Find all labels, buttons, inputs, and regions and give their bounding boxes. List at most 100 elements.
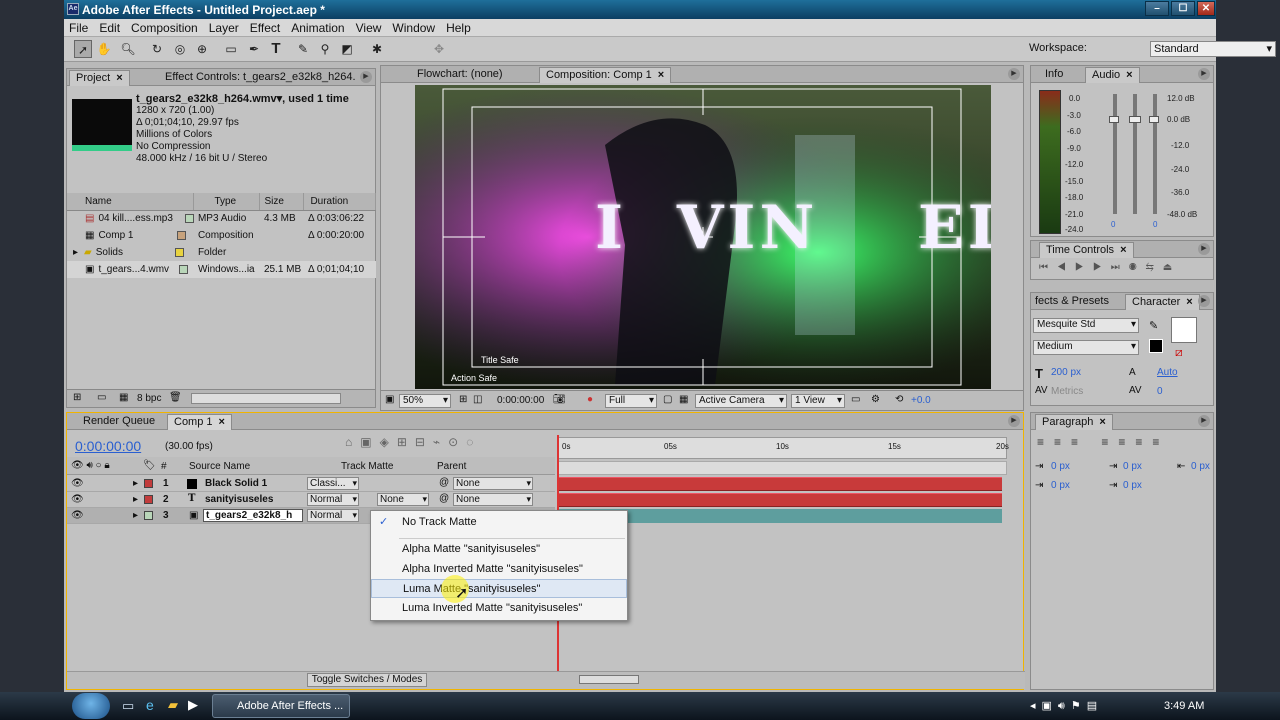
orbit-camera-tool-icon[interactable]: ◎	[171, 40, 189, 58]
playback-controls[interactable]: ⏮◀▶▶⏭◉⇆⏏	[1039, 262, 1181, 273]
slider-handle[interactable]	[1149, 116, 1159, 123]
close-icon[interactable]: ×	[1099, 416, 1105, 428]
panel-menu-icon[interactable]: ▶	[1198, 415, 1210, 427]
layer-row[interactable]: 👁︎ ▸ 1 Black Solid 1 Classi... @ None	[67, 476, 555, 492]
color-channels-icon[interactable]: ●	[587, 394, 593, 405]
leading-value[interactable]: Auto	[1157, 367, 1178, 378]
space-after-value[interactable]: 0 px	[1123, 480, 1142, 491]
tab-audio[interactable]: Audio ×	[1085, 67, 1140, 83]
expand-arrow-icon[interactable]: ▸	[133, 494, 138, 505]
blend-mode-dropdown[interactable]: Normal	[307, 509, 359, 522]
brush-tool-icon[interactable]: ✎	[294, 40, 312, 58]
column-type[interactable]: Type	[193, 193, 261, 211]
column-parent[interactable]: Parent	[437, 461, 466, 472]
transparency-grid-icon[interactable]: ▦	[679, 394, 688, 405]
camera-dropdown[interactable]: Active Camera	[695, 394, 787, 408]
close-icon[interactable]: ×	[658, 69, 664, 81]
eyedropper-icon[interactable]: ✎	[1149, 319, 1158, 332]
puppet-pin-tool-icon[interactable]: ✱	[368, 40, 386, 58]
safe-zones-icon[interactable]: ⊞	[459, 394, 467, 405]
horizontal-scrollbar[interactable]	[191, 393, 341, 404]
track-matte-dropdown[interactable]: None	[377, 493, 429, 506]
menu-layer[interactable]: Layer	[204, 19, 245, 35]
zoom-slider[interactable]	[579, 675, 639, 684]
close-icon[interactable]: ×	[1186, 296, 1192, 308]
tab-render-queue[interactable]: Render Queue	[77, 414, 161, 430]
show-desktop-icon[interactable]: ▭	[122, 698, 134, 714]
indent-left-value[interactable]: 0 px	[1051, 461, 1070, 472]
layer-duration-bar[interactable]	[559, 493, 1002, 507]
label-swatch[interactable]	[179, 264, 189, 274]
trash-icon[interactable]: 🗑︎	[169, 392, 182, 403]
region-of-interest-icon[interactable]: ▢	[663, 394, 672, 405]
project-item-row[interactable]: ▣ t_gears...4.wmv Windows...ia 25.1 MB Δ …	[67, 261, 376, 278]
label-swatch[interactable]	[184, 214, 194, 224]
right-value[interactable]: 0	[1153, 220, 1157, 229]
menu-item-alpha-inverted-matte[interactable]: Alpha Inverted Matte "sanityisuseles"	[371, 560, 627, 579]
pickwhip-icon[interactable]: @	[439, 477, 449, 488]
start-button[interactable]	[72, 693, 110, 719]
visibility-eye-icon[interactable]: 👁︎	[71, 478, 84, 489]
reset-exposure-icon[interactable]: ⟲	[895, 394, 903, 405]
alignment-buttons[interactable]: ≡≡≡ ≡≡≡≡	[1037, 435, 1169, 449]
maximize-button[interactable]: ☐	[1171, 1, 1195, 16]
rotation-tool-icon[interactable]: ↻	[148, 40, 166, 58]
tracking-value[interactable]: 0	[1157, 386, 1163, 397]
timeline-switches[interactable]: ⌂▣◈⊞⊟⌁⊙◌	[345, 435, 481, 449]
menu-animation[interactable]: Animation	[286, 19, 350, 35]
tab-comp[interactable]: Comp 1 ×	[167, 414, 232, 430]
fast-previews-icon[interactable]: ⚙	[871, 394, 880, 405]
panel-menu-icon[interactable]: ▶	[1198, 295, 1210, 307]
parent-dropdown[interactable]: None	[453, 493, 533, 506]
interpret-footage-icon[interactable]: ⊞	[73, 392, 81, 403]
project-item-row[interactable]: ▤ 04 kill....ess.mp3 MP3 Audio 4.3 MB Δ 0…	[67, 210, 376, 227]
toggle-pixel-aspect-icon[interactable]: ▭	[851, 394, 860, 405]
expand-arrow-icon[interactable]: ▸	[73, 247, 78, 258]
composition-viewer[interactable]: I VIN EL Title Safe Action Safe	[415, 85, 991, 389]
menu-item-alpha-matte[interactable]: Alpha Matte "sanityisuseles"	[371, 540, 627, 559]
fill-color-swatch[interactable]	[1171, 317, 1197, 343]
column-track-matte[interactable]: Track Matte	[341, 461, 393, 472]
menu-file[interactable]: File	[64, 19, 94, 35]
menu-help[interactable]: Help	[441, 19, 477, 35]
selection-tool-icon[interactable]: ➚	[74, 40, 92, 58]
layer-name[interactable]: t_gears2_e32k8_h	[203, 509, 303, 522]
media-player-icon[interactable]: ▶	[188, 697, 198, 713]
type-tool-icon[interactable]: T	[267, 40, 285, 58]
tab-project[interactable]: Project ×	[69, 70, 130, 86]
pen-tool-icon[interactable]: ✒	[245, 40, 263, 58]
layer-label-color[interactable]	[144, 495, 153, 504]
workspace-dropdown[interactable]: Standard	[1150, 41, 1276, 57]
visibility-eye-icon[interactable]: 👁︎	[71, 510, 84, 521]
bpc-label[interactable]: 8 bpc	[137, 393, 161, 404]
font-style-dropdown[interactable]: Medium	[1033, 340, 1139, 355]
zoom-tool-icon[interactable]: 🔍︎	[119, 40, 137, 58]
kerning-value[interactable]: Metrics	[1051, 386, 1083, 397]
layer-name[interactable]: Black Solid 1	[205, 478, 267, 489]
always-preview-icon[interactable]: ▣	[385, 394, 394, 405]
menu-window[interactable]: Window	[387, 19, 441, 35]
pickwhip-icon[interactable]: @	[439, 493, 449, 504]
exposure-value[interactable]: +0.0	[911, 395, 931, 406]
snapping-icon[interactable]: ✥	[430, 40, 448, 58]
project-item-row[interactable]: ▸ ▰ Solids Folder	[67, 244, 376, 261]
slider-handle[interactable]	[1109, 116, 1119, 123]
label-swatch[interactable]	[177, 230, 187, 240]
panel-menu-icon[interactable]: ▶	[1008, 415, 1020, 427]
pan-behind-tool-icon[interactable]: ⊕	[193, 40, 211, 58]
slider-handle[interactable]	[1129, 116, 1141, 123]
menu-effect[interactable]: Effect	[245, 19, 286, 35]
close-button[interactable]: ✕	[1197, 1, 1215, 16]
parent-dropdown[interactable]: None	[453, 477, 533, 490]
column-size[interactable]: Size	[259, 193, 305, 211]
close-icon[interactable]: ×	[1126, 69, 1132, 81]
indent-right-value[interactable]: 0 px	[1191, 461, 1210, 472]
space-before-value[interactable]: 0 px	[1051, 480, 1070, 491]
stroke-color-swatch[interactable]	[1149, 339, 1163, 353]
layer-duration-bar[interactable]	[559, 477, 1002, 491]
current-time-display[interactable]: 0:00:00:00	[497, 395, 544, 406]
snapshot-icon[interactable]: 📷︎	[553, 394, 566, 405]
tab-composition[interactable]: Composition: Comp 1 ×	[539, 67, 672, 83]
font-family-dropdown[interactable]: Mesquite Std	[1033, 318, 1139, 333]
view-layout-dropdown[interactable]: 1 View	[791, 394, 845, 408]
